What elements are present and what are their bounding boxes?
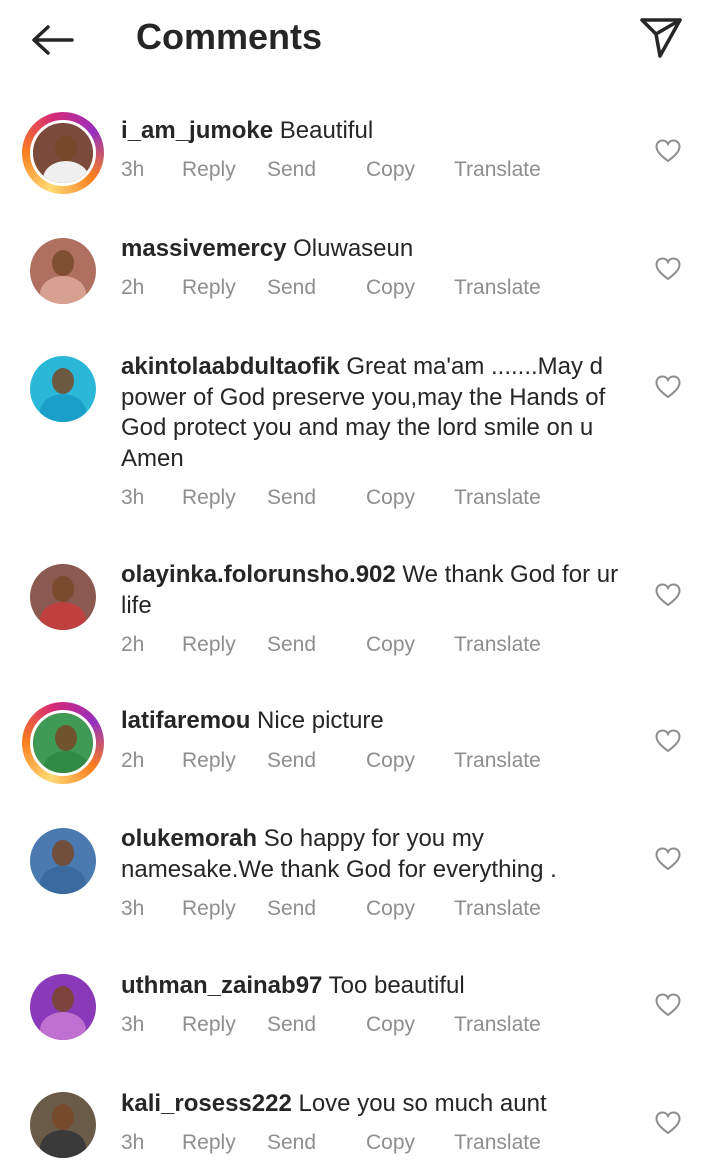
avatar [30, 974, 96, 1040]
translate-button[interactable]: Translate [454, 158, 541, 182]
heart-icon[interactable] [654, 846, 682, 872]
back-arrow-icon[interactable] [28, 20, 78, 60]
reply-button[interactable]: Reply [182, 1131, 236, 1155]
avatar [30, 828, 96, 894]
comment-text-block: akintolaabdultaofik Great ma'am .......M… [121, 352, 631, 474]
comment-text-block: uthman_zainab97 Too beautiful [121, 971, 631, 1002]
avatar [30, 356, 96, 422]
reply-button[interactable]: Reply [182, 486, 236, 510]
comment-time: 3h [121, 1013, 145, 1036]
reply-button[interactable]: Reply [182, 633, 236, 657]
avatar [30, 710, 96, 776]
comment-username[interactable]: i_am_jumoke [121, 117, 273, 144]
page-title: Comments [136, 16, 323, 57]
avatar-wrap[interactable] [22, 556, 104, 638]
copy-button[interactable]: Copy [366, 633, 415, 657]
translate-button[interactable]: Translate [454, 486, 541, 510]
comment-body: Oluwaseun [293, 235, 414, 262]
heart-icon[interactable] [654, 138, 682, 164]
heart-icon[interactable] [654, 1110, 682, 1136]
send-button[interactable]: Send [267, 158, 316, 182]
send-button[interactable]: Send [267, 897, 316, 921]
comment-username[interactable]: olukemorah [121, 825, 257, 852]
share-send-icon[interactable] [638, 16, 684, 60]
reply-button[interactable]: Reply [182, 276, 236, 300]
comment-body: Beautiful [279, 117, 374, 144]
avatar-story-ring[interactable] [22, 702, 104, 784]
reply-button[interactable]: Reply [182, 158, 236, 182]
copy-button[interactable]: Copy [366, 486, 415, 510]
comment-time: 2h [121, 749, 145, 772]
send-button[interactable]: Send [267, 486, 316, 510]
avatar [30, 1092, 96, 1158]
copy-button[interactable]: Copy [366, 1013, 415, 1037]
comment-time: 3h [121, 486, 145, 509]
comment-body: Nice picture [257, 707, 384, 734]
reply-button[interactable]: Reply [182, 749, 236, 773]
comment-time: 3h [121, 897, 145, 920]
reply-button[interactable]: Reply [182, 897, 236, 921]
comment-time: 2h [121, 276, 145, 299]
avatar-wrap[interactable] [22, 820, 104, 902]
send-button[interactable]: Send [267, 749, 316, 773]
comment-username[interactable]: massivemercy [121, 235, 286, 262]
copy-button[interactable]: Copy [366, 158, 415, 182]
copy-button[interactable]: Copy [366, 1131, 415, 1155]
translate-button[interactable]: Translate [454, 1131, 541, 1155]
comment-text-block: latifaremou Nice picture [121, 706, 631, 737]
copy-button[interactable]: Copy [366, 276, 415, 300]
avatar-wrap[interactable] [22, 230, 104, 312]
comment-body: Love you so much aunt [298, 1090, 547, 1117]
comment-text-block: olayinka.folorunsho.902 We thank God for… [121, 560, 631, 621]
comment-username[interactable]: uthman_zainab97 [121, 972, 322, 999]
heart-icon[interactable] [654, 582, 682, 608]
avatar-wrap[interactable] [22, 1084, 104, 1166]
heart-icon[interactable] [654, 992, 682, 1018]
reply-button[interactable]: Reply [182, 1013, 236, 1037]
comment-username[interactable]: akintolaabdultaofik [121, 353, 340, 380]
send-button[interactable]: Send [267, 276, 316, 300]
heart-icon[interactable] [654, 256, 682, 282]
comment-time: 3h [121, 158, 145, 181]
heart-icon[interactable] [654, 374, 682, 400]
avatar-story-ring[interactable] [22, 112, 104, 194]
translate-button[interactable]: Translate [454, 633, 541, 657]
comment-text-block: olukemorah So happy for you my namesake.… [121, 824, 631, 885]
comment-username[interactable]: latifaremou [121, 707, 250, 734]
translate-button[interactable]: Translate [454, 749, 541, 773]
comment-username[interactable]: kali_rosess222 [121, 1090, 292, 1117]
send-button[interactable]: Send [267, 1131, 316, 1155]
comment-time: 2h [121, 633, 145, 656]
comment-text-block: i_am_jumoke Beautiful [121, 116, 631, 147]
send-button[interactable]: Send [267, 1013, 316, 1037]
comment-time: 3h [121, 1131, 145, 1154]
avatar-wrap[interactable] [22, 966, 104, 1048]
header-bar: Comments [0, 0, 720, 80]
comment-username[interactable]: olayinka.folorunsho.902 [121, 561, 396, 588]
translate-button[interactable]: Translate [454, 276, 541, 300]
copy-button[interactable]: Copy [366, 749, 415, 773]
translate-button[interactable]: Translate [454, 897, 541, 921]
heart-icon[interactable] [654, 728, 682, 754]
comment-body: Too beautiful [328, 972, 465, 999]
translate-button[interactable]: Translate [454, 1013, 541, 1037]
avatar [30, 120, 96, 186]
send-button[interactable]: Send [267, 633, 316, 657]
comment-text-block: kali_rosess222 Love you so much aunt [121, 1089, 631, 1120]
avatar [30, 564, 96, 630]
comment-text-block: massivemercy Oluwaseun [121, 234, 631, 265]
avatar [30, 238, 96, 304]
copy-button[interactable]: Copy [366, 897, 415, 921]
avatar-wrap[interactable] [22, 348, 104, 430]
